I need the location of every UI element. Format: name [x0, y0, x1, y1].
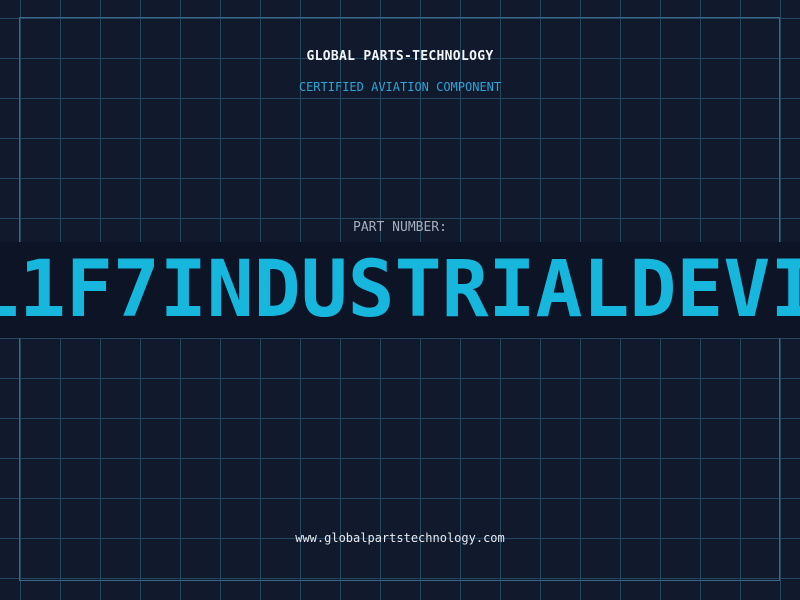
part-number-band: L1F7INDUSTRIALDEVICE	[0, 242, 800, 338]
certification-subtitle: CERTIFIED AVIATION COMPONENT	[298, 80, 502, 94]
website-url: www.globalpartstechnology.com	[295, 531, 505, 545]
part-number-label: PART NUMBER:	[353, 220, 447, 235]
part-number-value: L1F7INDUSTRIALDEVICE	[0, 245, 800, 335]
company-name: GLOBAL PARTS-TECHNOLOGY	[306, 49, 494, 64]
